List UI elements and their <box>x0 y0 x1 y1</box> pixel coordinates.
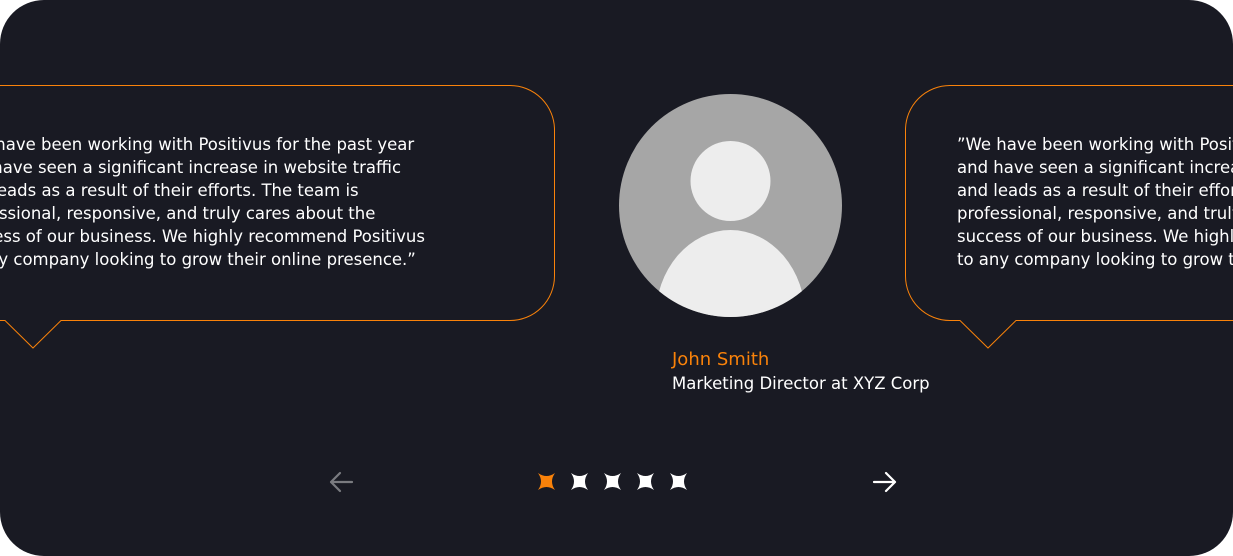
star-dot-icon[interactable] <box>537 472 556 491</box>
star-dot-icon[interactable] <box>636 472 655 491</box>
testimonial-quote: ”We have been working with Positivus for… <box>957 135 1233 269</box>
star-dot-icon[interactable] <box>669 472 688 491</box>
user-placeholder-icon <box>619 94 842 317</box>
author-name: John Smith <box>672 349 770 370</box>
arrow-right-icon[interactable] <box>870 467 900 497</box>
testimonials-section: ”We have been working with Positivus for… <box>0 0 1233 556</box>
testimonial-quote: ”We have been working with Positivus for… <box>0 135 425 269</box>
arrow-left-icon[interactable] <box>326 467 356 497</box>
author-role: Marketing Director at XYZ Corp <box>672 374 930 393</box>
testimonial-card: ”We have been working with Positivus for… <box>905 85 1233 349</box>
star-dot-icon[interactable] <box>603 472 622 491</box>
testimonial-card: ”We have been working with Positivus for… <box>0 85 555 349</box>
star-dot-icon[interactable] <box>570 472 589 491</box>
